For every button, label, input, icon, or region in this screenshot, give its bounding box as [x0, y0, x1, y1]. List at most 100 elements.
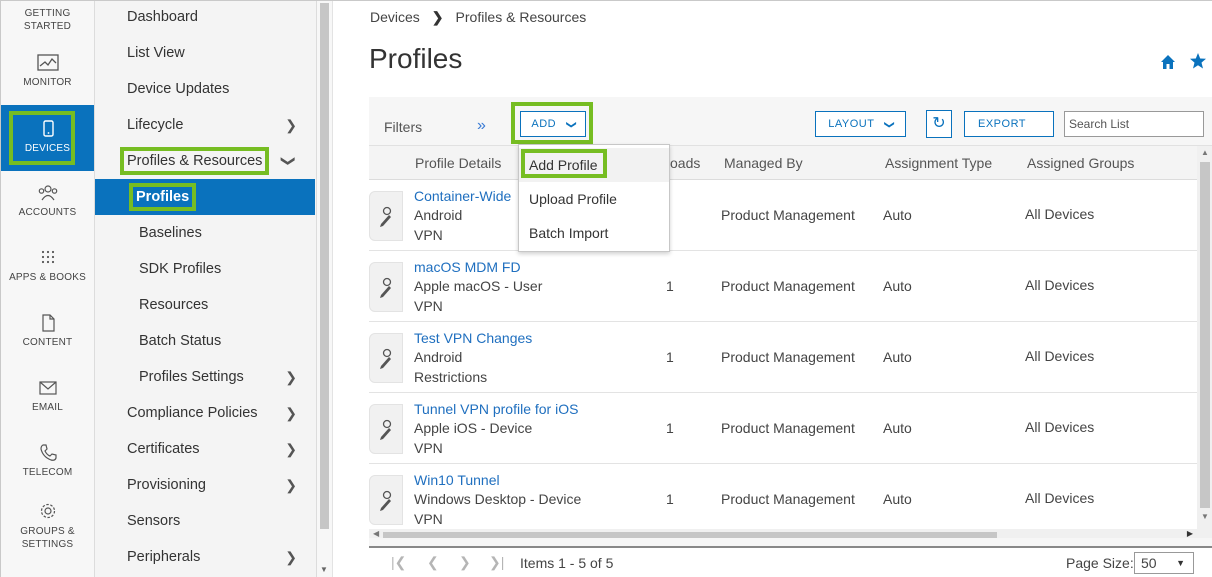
nav-label: Profiles & Resources	[127, 153, 263, 169]
export-button[interactable]: EXPORT	[964, 111, 1054, 137]
nav-label: Batch Status	[139, 333, 222, 349]
content-icon	[41, 314, 55, 332]
rail-apps-books[interactable]: APPS & BOOKS	[1, 248, 94, 283]
table-row[interactable]: Win10 Tunnel Windows Desktop - Device VP…	[369, 464, 1197, 535]
nav-label: Compliance Policies	[127, 405, 258, 421]
header-assigned-groups[interactable]: Assigned Groups	[1027, 155, 1134, 171]
profile-platform: Android	[414, 349, 463, 365]
scroll-left-icon[interactable]: ◀	[373, 529, 379, 538]
table-row[interactable]: macOS MDM FD Apple macOS - User VPN 1 Pr…	[369, 251, 1197, 322]
nav-label: Profiles Settings	[139, 369, 244, 385]
rail-monitor-label: MONITOR	[23, 77, 72, 88]
profile-edit-icon	[380, 490, 392, 511]
rail-groups-settings[interactable]: GROUPS & SETTINGS	[1, 501, 94, 551]
table-row[interactable]: Test VPN Changes Android Restrictions 1 …	[369, 322, 1197, 393]
nav-scrollbar-thumb[interactable]	[320, 3, 329, 529]
nav-item-profiles[interactable]: Profiles	[95, 179, 315, 215]
refresh-button[interactable]: ↻	[926, 110, 952, 138]
filters-toggle[interactable]: Filters	[384, 119, 422, 135]
grid-vscroll-thumb[interactable]	[1200, 162, 1210, 508]
assigned-groups: All Devices	[1025, 419, 1095, 435]
profile-name-link[interactable]: macOS MDM FD	[414, 259, 521, 275]
rail-telecom[interactable]: TELECOM	[1, 443, 94, 478]
grid-hscroll-thumb[interactable]	[383, 532, 997, 538]
table-row[interactable]: Tunnel VPN profile for iOS Apple iOS - D…	[369, 393, 1197, 464]
expand-filters-icon[interactable]: »	[477, 117, 486, 135]
rail-content[interactable]: CONTENT	[1, 313, 94, 348]
profile-icon-box	[369, 333, 403, 383]
table-row[interactable]: Container-Wide Android VPN Product Manag…	[369, 180, 1197, 251]
profile-icon-box	[369, 404, 403, 454]
assignment-type: Auto	[883, 349, 912, 365]
scroll-right-icon[interactable]: ▶	[1187, 529, 1193, 538]
nav-label: Provisioning	[127, 477, 206, 493]
nav-label: Baselines	[139, 225, 202, 241]
rail-getting-started[interactable]: GETTING STARTED	[1, 7, 94, 33]
nav-item-compliance-policies[interactable]: Compliance Policies ❯	[95, 395, 315, 431]
layout-button[interactable]: LAYOUT ❯	[815, 111, 906, 137]
rail-groups-settings-label: GROUPS & SETTINGS	[20, 526, 75, 550]
profile-name-link[interactable]: Tunnel VPN profile for iOS	[414, 401, 578, 417]
menu-item-batch-import[interactable]: Batch Import	[519, 216, 669, 250]
breadcrumb-current[interactable]: Profiles & Resources	[456, 9, 587, 25]
grid-header: Profile Details oads Managed By Assignme…	[369, 146, 1197, 180]
rail-monitor[interactable]: MONITOR	[1, 53, 94, 88]
rail-devices-label: DEVICES	[24, 143, 71, 154]
grid-vertical-scrollbar[interactable]: ▲ ▼	[1197, 146, 1212, 538]
header-profile-details[interactable]: Profile Details	[415, 155, 501, 171]
add-button[interactable]: ADD ❯	[520, 111, 586, 137]
nav-item-dashboard[interactable]: Dashboard	[95, 0, 315, 35]
nav-item-lifecycle[interactable]: Lifecycle ❯	[95, 107, 315, 143]
page-title: Profiles	[369, 43, 463, 74]
nav-item-sensors[interactable]: Sensors	[95, 503, 315, 539]
managed-by: Product Management	[721, 420, 855, 436]
nav-label: Lifecycle	[127, 117, 184, 133]
layout-label: LAYOUT	[828, 118, 875, 130]
nav-item-profiles-resources[interactable]: Profiles & Resources ❯	[95, 143, 315, 179]
scroll-down-icon[interactable]: ▼	[1201, 512, 1209, 521]
nav-item-sdk-profiles[interactable]: SDK Profiles	[95, 251, 315, 287]
profile-name-link[interactable]: Container-Wide	[414, 188, 511, 204]
rail-email[interactable]: EMAIL	[1, 378, 94, 413]
profile-edit-icon	[380, 277, 392, 298]
breadcrumb-devices[interactable]: Devices	[370, 9, 420, 25]
profile-icon-box	[369, 191, 403, 241]
add-dropdown-menu: Add Profile Upload Profile Batch Import	[518, 144, 670, 252]
nav-item-batch-status[interactable]: Batch Status	[95, 323, 315, 359]
accounts-icon	[38, 185, 57, 201]
nav-item-list-view[interactable]: List View	[95, 35, 315, 71]
header-managed-by[interactable]: Managed By	[724, 155, 803, 171]
nav-item-certificates[interactable]: Certificates ❯	[95, 431, 315, 467]
nav-label: Profiles	[136, 189, 190, 205]
search-input[interactable]	[1064, 111, 1204, 137]
star-icon[interactable]	[1189, 52, 1207, 70]
nav-item-device-updates[interactable]: Device Updates	[95, 71, 315, 107]
nav-item-peripherals[interactable]: Peripherals ❯	[95, 539, 315, 575]
assigned-groups: All Devices	[1025, 206, 1095, 222]
rail-devices[interactable]: DEVICES	[1, 105, 94, 171]
profile-name-link[interactable]: Win10 Tunnel	[414, 472, 500, 488]
nav-item-provisioning[interactable]: Provisioning ❯	[95, 467, 315, 503]
nav-item-resources[interactable]: Resources	[95, 287, 315, 323]
profile-name-link[interactable]: Test VPN Changes	[414, 330, 532, 346]
home-icon[interactable]	[1159, 53, 1177, 71]
nav-item-baselines[interactable]: Baselines	[95, 215, 315, 251]
chevron-right-icon: ❯	[285, 549, 297, 565]
grid-horizontal-scrollbar[interactable]: ◀ ▶	[369, 529, 1197, 538]
prev-page-icon[interactable]: ❮	[427, 554, 439, 571]
scroll-down-icon[interactable]: ▼	[320, 565, 328, 574]
last-page-icon[interactable]: ❯|	[489, 554, 504, 571]
chevron-down-icon: ❯	[565, 120, 577, 130]
profile-edit-icon	[380, 206, 392, 227]
page-size-select[interactable]: 50 ▼	[1134, 552, 1194, 574]
nav-item-profiles-settings[interactable]: Profiles Settings ❯	[95, 359, 315, 395]
header-assignment-type[interactable]: Assignment Type	[885, 155, 992, 171]
next-page-icon[interactable]: ❯	[459, 554, 471, 571]
header-payloads[interactable]: oads	[670, 155, 700, 171]
menu-item-upload-profile[interactable]: Upload Profile	[519, 182, 669, 216]
first-page-icon[interactable]: |❮	[391, 554, 406, 571]
rail-email-label: EMAIL	[31, 402, 63, 413]
scroll-up-icon[interactable]: ▲	[1201, 148, 1209, 157]
nav-scrollbar[interactable]: ▼	[317, 1, 333, 577]
rail-accounts[interactable]: ACCOUNTS	[1, 183, 94, 218]
